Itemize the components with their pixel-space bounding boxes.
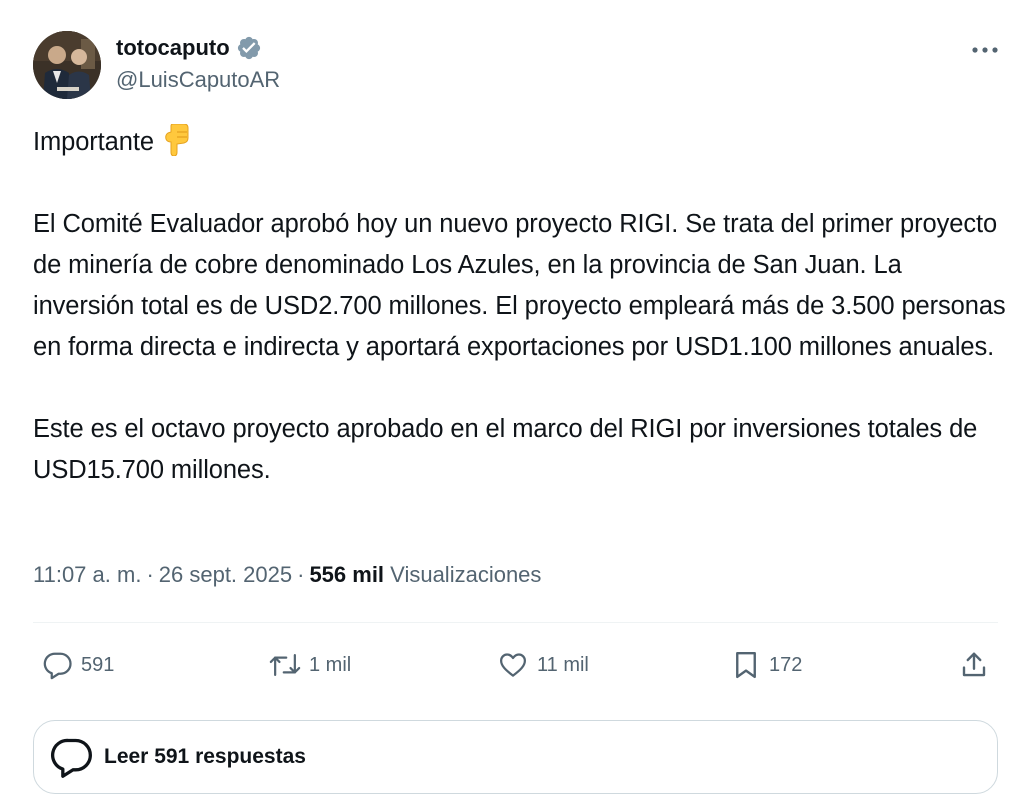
tweet-meta: 11:07 a. m. · 26 sept. 2025 · 556 mil Visual… <box>33 562 541 588</box>
tweet-paragraph: El Comité Evaluador aprobó hoy un nuevo … <box>33 210 1006 361</box>
heart-icon <box>500 653 526 677</box>
repost-count: 1 mil <box>309 653 352 676</box>
author-info: totocaputo @LuisCaputoAR <box>116 32 280 93</box>
name-row: totocaputo <box>116 32 280 64</box>
bookmark-button[interactable]: 172 <box>731 640 802 690</box>
repost-icon <box>269 654 301 676</box>
reply-count: 591 <box>81 653 115 676</box>
tweet-paragraph: Este es el octavo proyecto aprobado en e… <box>33 415 978 484</box>
read-replies-label: Leer 591 respuestas <box>104 745 306 768</box>
repost-button[interactable]: 1 mil <box>269 640 351 690</box>
reply-icon <box>43 652 72 680</box>
meta-separator: · <box>297 562 305 587</box>
share-icon <box>962 652 986 677</box>
reply-button[interactable]: 591 <box>43 640 114 690</box>
divider <box>33 622 998 623</box>
bookmark-icon <box>736 651 756 679</box>
like-count: 11 mil <box>537 653 589 676</box>
avatar[interactable] <box>33 31 101 99</box>
more-options-button[interactable] <box>968 38 1002 62</box>
share-button[interactable] <box>959 640 989 690</box>
views-label[interactable]: Visualizaciones <box>390 562 541 587</box>
like-button[interactable]: 11 mil <box>497 640 589 690</box>
backhand-index-pointing-down-icon <box>162 123 190 157</box>
tweet-date[interactable]: 26 sept. 2025 <box>159 562 292 587</box>
display-name[interactable]: totocaputo <box>116 35 230 61</box>
views-count[interactable]: 556 mil <box>309 562 384 587</box>
read-replies-button[interactable]: Leer 591 respuestas <box>33 720 998 794</box>
tweet-paragraph-text: Importante <box>33 128 154 156</box>
action-bar: 591 1 mil 11 mil 172 <box>33 640 998 690</box>
handle[interactable]: @LuisCaputoAR <box>116 67 280 93</box>
tweet: totocaputo @LuisCaputoAR Importante El C… <box>0 0 1024 801</box>
replies-bubble-icon <box>50 738 92 778</box>
more-horizontal-icon <box>972 47 998 53</box>
meta-separator: · <box>146 562 154 587</box>
tweet-paragraph: Importante <box>33 122 1008 163</box>
tweet-text: Importante El Comité Evaluador aprobó ho… <box>33 122 1008 491</box>
bookmark-count: 172 <box>769 653 803 676</box>
verified-badge-icon[interactable] <box>236 35 262 61</box>
avatar-photo <box>33 31 101 99</box>
tweet-time[interactable]: 11:07 a. m. <box>33 562 141 587</box>
